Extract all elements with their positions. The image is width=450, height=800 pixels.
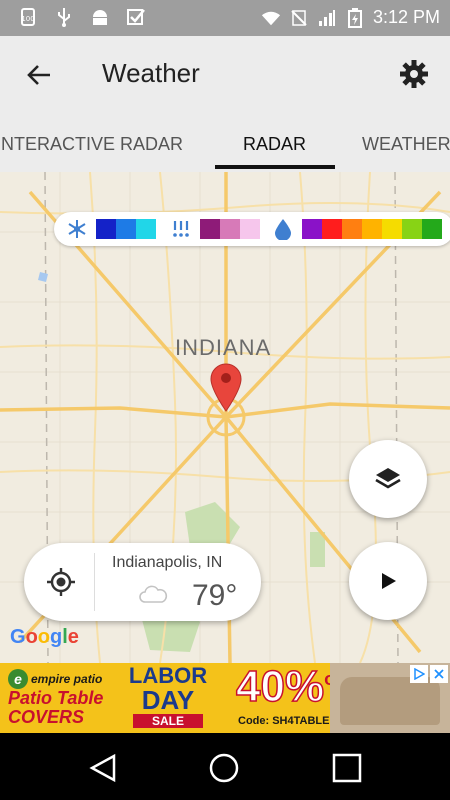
mix-icon <box>170 219 192 239</box>
card-divider <box>94 553 95 611</box>
nav-back-icon <box>89 753 116 783</box>
page-title: Weather <box>102 58 200 88</box>
mix-swatch <box>220 219 240 239</box>
app-bar: Weather <box>0 36 450 114</box>
back-button[interactable] <box>22 58 56 92</box>
status-bar: 100 3:12 PM <box>0 0 450 36</box>
mix-scale <box>200 219 260 239</box>
snow-swatch <box>116 219 136 239</box>
no-sim-icon <box>289 8 309 28</box>
mix-swatch <box>200 219 220 239</box>
location-city: Indianapolis, IN <box>112 554 223 571</box>
layers-button[interactable] <box>349 440 427 518</box>
google-logo: Google <box>10 626 79 648</box>
snow-swatch <box>136 219 156 239</box>
ad-banner[interactable]: e empire patio Patio Table COVERS LABOR … <box>0 663 450 733</box>
rain-scale <box>302 219 442 239</box>
nav-home-icon <box>209 753 239 783</box>
battery-charging-icon <box>345 7 365 28</box>
ad-brand-logo: e empire patio <box>8 669 102 689</box>
wifi-icon <box>261 8 281 28</box>
android-icon <box>90 7 110 27</box>
ad-sale-title: LABOR DAY SALE <box>128 663 208 728</box>
tab-interactive-radar[interactable]: INTERACTIVE RADAR <box>0 134 183 155</box>
play-animation-button[interactable] <box>349 542 427 620</box>
task-check-icon <box>126 7 146 27</box>
radar-legend <box>54 212 450 246</box>
cloud-icon <box>139 585 168 603</box>
my-location-icon[interactable] <box>46 567 76 597</box>
tab-radar[interactable]: RADAR <box>243 134 306 155</box>
nav-home-button[interactable] <box>207 751 241 785</box>
ad-code: Code: SH4TABLE <box>238 715 330 727</box>
rain-drop-icon <box>272 218 294 240</box>
usb-icon <box>54 7 74 27</box>
tab-weather[interactable]: WEATHER <box>362 134 450 155</box>
rain-swatch <box>342 219 362 239</box>
rain-swatch <box>422 219 442 239</box>
ad-info-icon[interactable] <box>410 665 428 683</box>
mix-swatch <box>240 219 260 239</box>
svg-text:100: 100 <box>21 15 34 23</box>
nav-recents-button[interactable] <box>330 751 364 785</box>
battery-saver-icon: 100 <box>18 7 38 27</box>
snow-icon <box>66 219 88 239</box>
play-icon <box>382 573 396 589</box>
settings-button[interactable] <box>396 56 432 92</box>
nav-recents-icon <box>332 753 362 783</box>
snow-scale <box>96 219 156 239</box>
arrow-back-icon <box>27 65 50 85</box>
rain-swatch <box>322 219 342 239</box>
rain-swatch <box>402 219 422 239</box>
location-temperature: 79° <box>192 579 238 612</box>
map-state-label: INDIANA <box>175 335 272 360</box>
system-nav-bar <box>0 733 450 800</box>
clock: 3:12 PM <box>372 7 440 27</box>
ad-headline: Patio Table COVERS <box>8 688 104 727</box>
ad-controls <box>410 665 448 683</box>
signal-icon <box>317 8 337 28</box>
ad-close-icon[interactable] <box>430 665 448 683</box>
active-tab-indicator <box>215 165 335 169</box>
rain-swatch <box>302 219 322 239</box>
rain-swatch <box>382 219 402 239</box>
gear-icon <box>400 60 428 88</box>
nav-back-button[interactable] <box>86 751 120 785</box>
snow-swatch <box>96 219 116 239</box>
rain-swatch <box>362 219 382 239</box>
map-pin-icon[interactable] <box>209 362 243 412</box>
layers-icon <box>375 468 401 489</box>
location-card[interactable]: Indianapolis, IN 79° <box>24 543 261 621</box>
